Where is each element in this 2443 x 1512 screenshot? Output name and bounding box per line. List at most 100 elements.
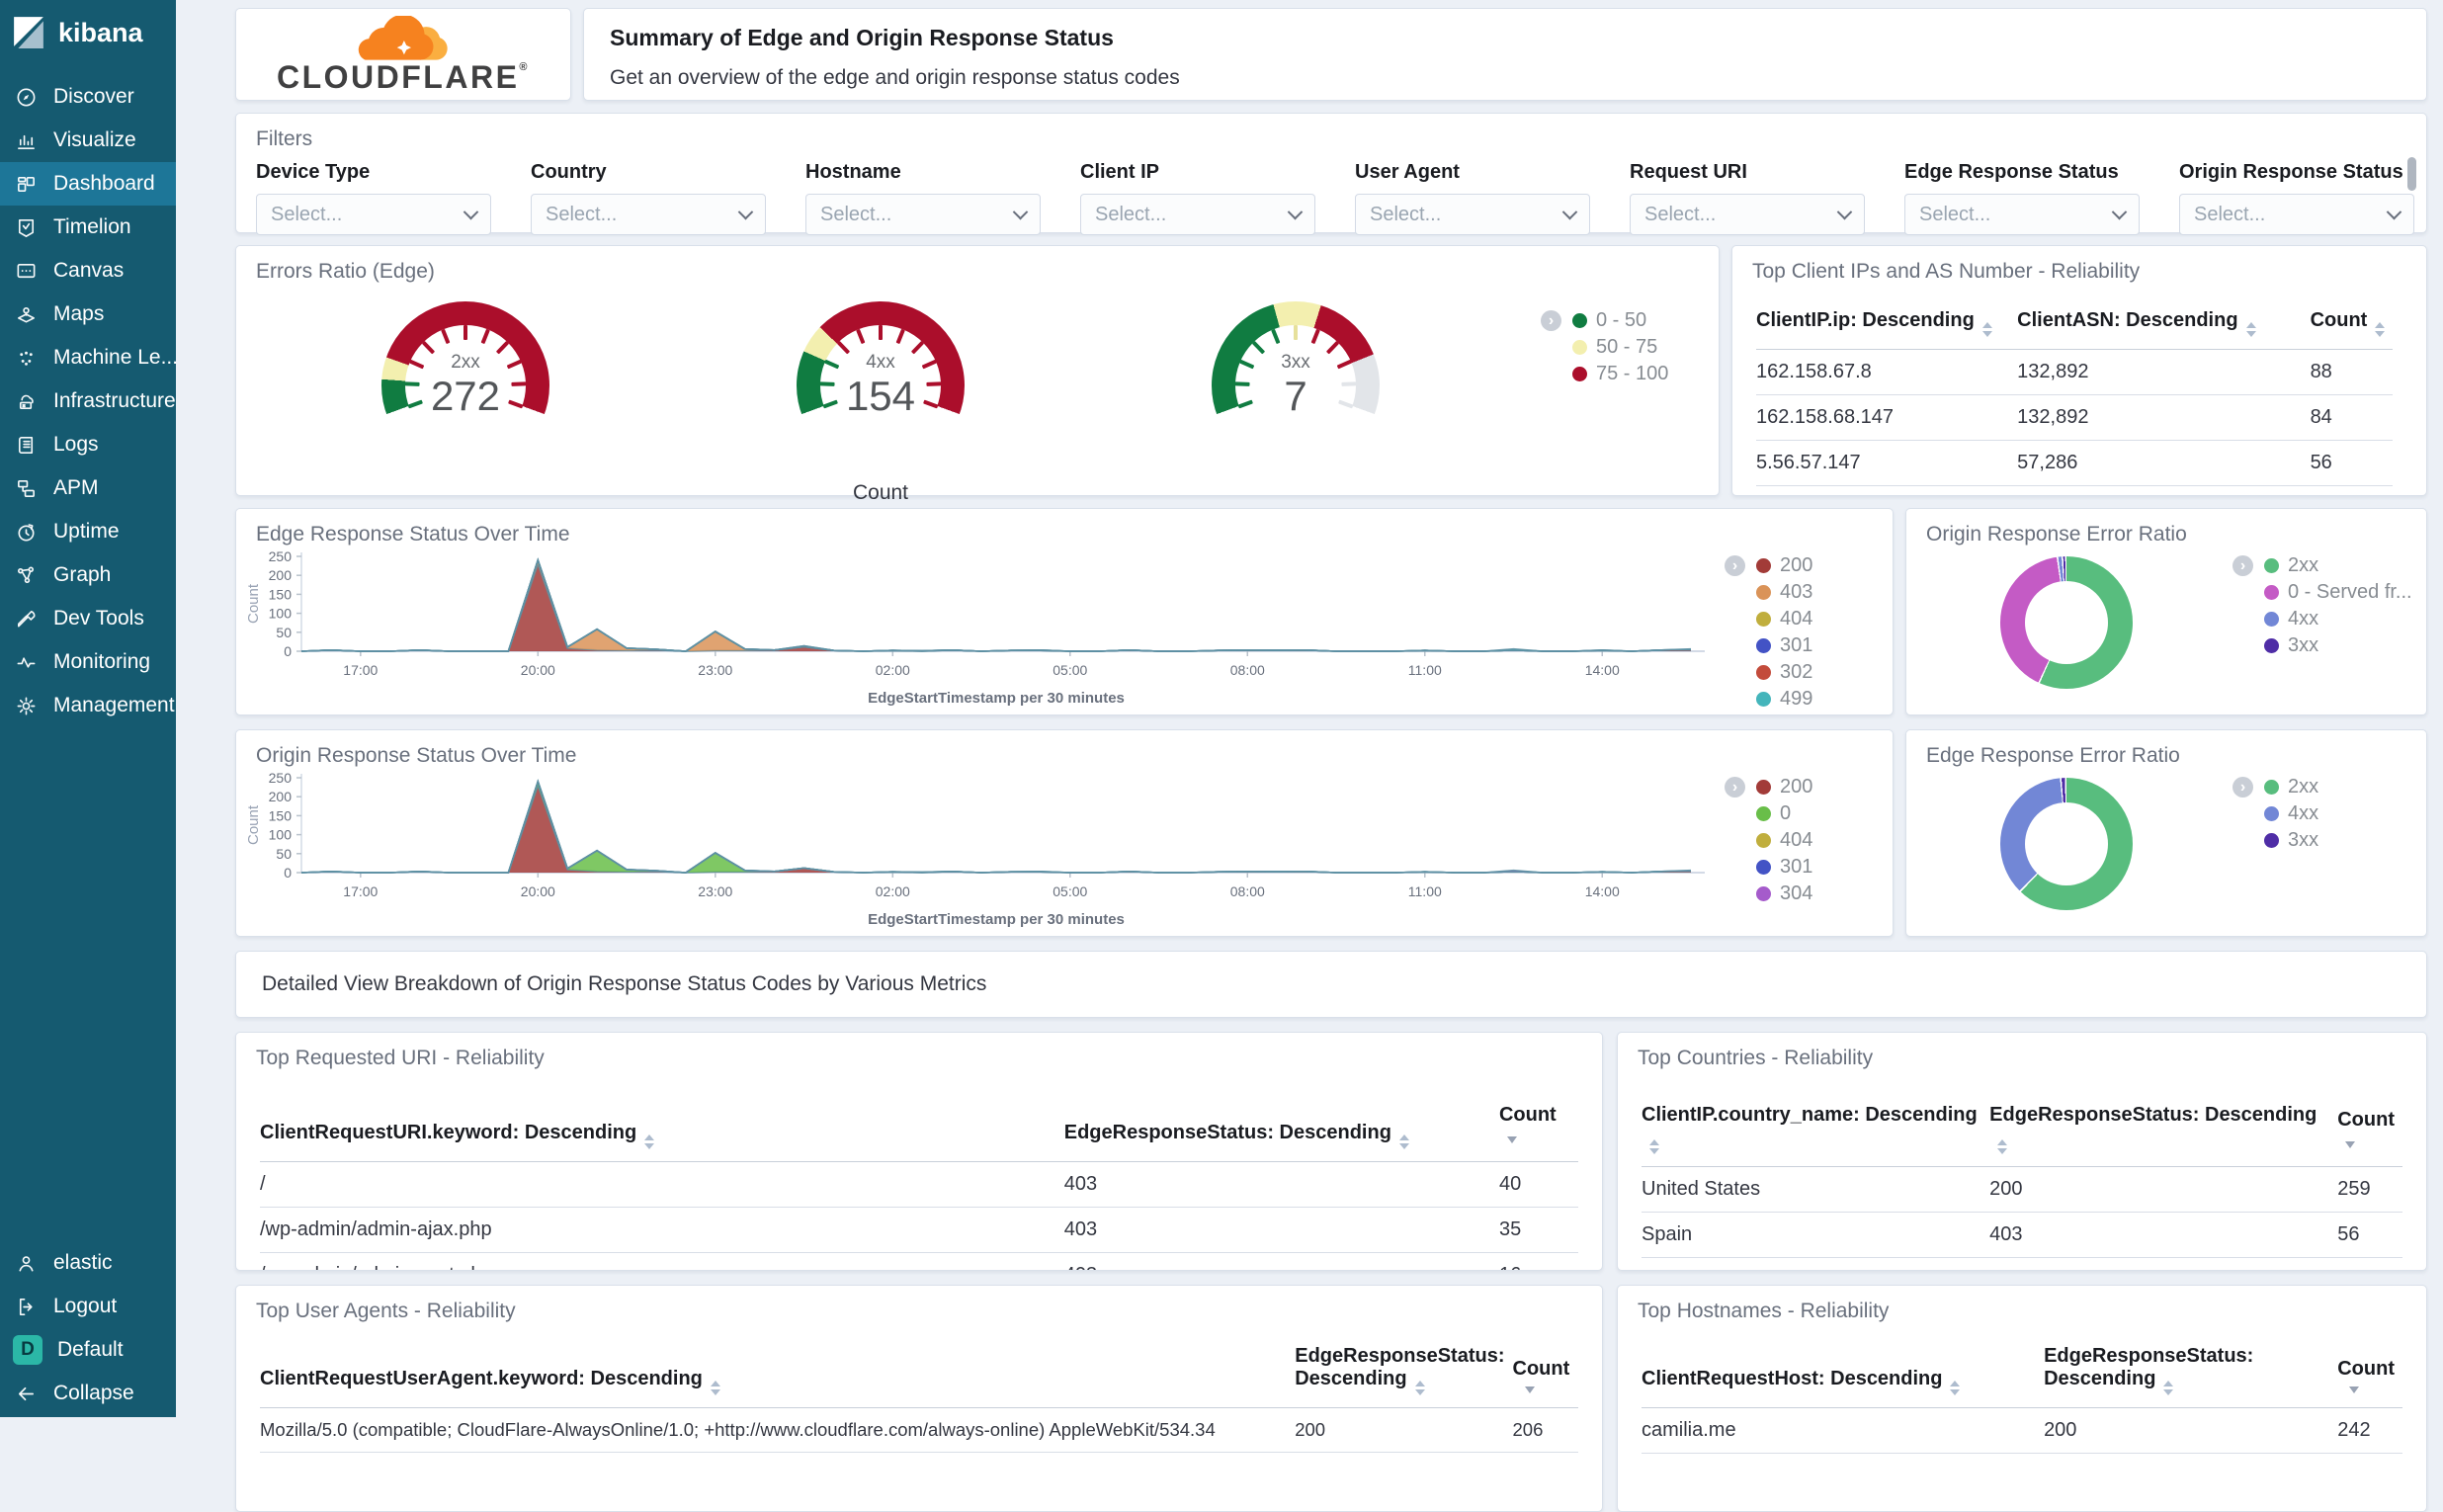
svg-text:05:00: 05:00 (1053, 662, 1087, 678)
filter-label: Origin Response Status (2179, 161, 2403, 183)
legend-expand-icon[interactable]: › (1725, 555, 1745, 576)
filter-select-edge-response-status[interactable]: Select... (1904, 194, 2140, 235)
legend-item-0-50[interactable]: › 0 - 50 (1541, 307, 1668, 334)
column-header-count[interactable]: Count (1498, 1096, 1578, 1162)
column-header-count[interactable]: Count (2337, 1337, 2402, 1408)
legend-item-499[interactable]: 499 (1756, 686, 1812, 713)
filter-select-origin-response-status[interactable]: Select... (2179, 194, 2414, 235)
sidebar-item-graph[interactable]: Graph (0, 553, 176, 597)
column-header-edgeresponsestatus-descending[interactable]: EdgeResponseStatus: Descending (2044, 1337, 2338, 1408)
legend-item-4xx[interactable]: 4xx (2264, 606, 2412, 632)
legend-item-75-100[interactable]: 75 - 100 (1572, 361, 1668, 387)
legend-item-4xx[interactable]: 4xx (2264, 800, 2318, 827)
table-row: /wp-admin/admin-post.php40316 (260, 1252, 1578, 1270)
panel-title: Top Client IPs and AS Number - Reliabili… (1752, 260, 2141, 283)
monitoring-icon (13, 649, 39, 675)
column-header-clientrequesthost-descending[interactable]: ClientRequestHost: Descending (1642, 1337, 2045, 1408)
cell: 132,892 (2017, 349, 2311, 395)
legend-label: 404 (1780, 608, 1813, 630)
legend-expand-icon[interactable]: › (1725, 777, 1745, 798)
column-header-clientrequestuseragent-keyword-descending[interactable]: ClientRequestUserAgent.keyword: Descendi… (260, 1337, 1296, 1408)
legend-swatch (1756, 558, 1771, 573)
legend-item-200[interactable]: › 200 (1725, 552, 1813, 579)
management-icon (13, 693, 39, 718)
gauge-2xx: 2xx 272 (372, 301, 559, 505)
column-header-label: EdgeResponseStatus: Descending (1989, 1104, 2317, 1126)
column-header-edgeresponsestatus-descending[interactable]: EdgeResponseStatus: Descending (1295, 1337, 1513, 1408)
column-header-edgeresponsestatus-descending[interactable]: EdgeResponseStatus: Descending (1063, 1096, 1499, 1162)
sidebar-item-dashboard[interactable]: Dashboard (0, 162, 176, 206)
filter-placeholder: Select... (1919, 203, 1991, 225)
sidebar-item-monitoring[interactable]: Monitoring (0, 640, 176, 684)
legend-item-403[interactable]: 403 (1756, 579, 1812, 606)
filter-select-hostname[interactable]: Select... (805, 194, 1041, 235)
sidebar-item-logout[interactable]: Logout (0, 1285, 176, 1328)
filter-select-client-ip[interactable]: Select... (1080, 194, 1315, 235)
column-header-clientrequesturi-keyword-descending[interactable]: ClientRequestURI.keyword: Descending (260, 1096, 1064, 1162)
table-top_uri: ClientRequestURI.keyword: Descending Edge… (260, 1096, 1578, 1270)
column-header-clientip-country-name-descending[interactable]: ClientIP.country_name: Descending (1642, 1096, 1990, 1167)
legend-item-3xx[interactable]: 3xx (2264, 632, 2412, 659)
legend-item-2xx[interactable]: › 2xx (2232, 774, 2318, 800)
panel-top-requested-uri: Top Requested URI - Reliability ClientRe… (235, 1032, 1603, 1271)
legend-expand-icon[interactable]: › (2232, 555, 2253, 576)
sidebar-item-discover[interactable]: Discover (0, 75, 176, 119)
sidebar-item-collapse[interactable]: Collapse (0, 1372, 176, 1415)
legend-expand-icon[interactable]: › (1541, 310, 1561, 331)
sidebar-item-timelion[interactable]: Timelion (0, 206, 176, 249)
legend-item-301[interactable]: 301 (1756, 632, 1812, 659)
legend-item-404[interactable]: 404 (1756, 606, 1812, 632)
column-header-clientip-ip-descending[interactable]: ClientIP.ip: Descending (1756, 301, 2018, 350)
filter-placeholder: Select... (1370, 203, 1442, 225)
sort-icons (1414, 1381, 1425, 1395)
chevron-down-icon (2111, 204, 2128, 219)
legend-item-301[interactable]: 301 (1756, 854, 1812, 881)
legend-item-302[interactable]: 302 (1756, 659, 1812, 686)
table-row: /wp-admin/admin-ajax.php 403 35 (260, 1207, 1578, 1253)
kibana-logo-row[interactable]: kibana (0, 0, 176, 65)
legend-item-0-served-fr[interactable]: 0 - Served fr... (2264, 579, 2412, 606)
sidebar-item-elastic[interactable]: elastic (0, 1241, 176, 1285)
legend-item-200[interactable]: › 200 (1725, 774, 1813, 800)
gauge-axis-label: Count (852, 481, 909, 504)
filters-scrollbar[interactable] (2407, 157, 2416, 191)
legend-expand-icon[interactable]: › (2232, 777, 2253, 798)
chevron-down-icon (1287, 204, 1304, 219)
sidebar-item-apm[interactable]: APM (0, 466, 176, 510)
column-header-count[interactable]: Count (2337, 1096, 2402, 1167)
filter-select-country[interactable]: Select... (531, 194, 766, 235)
sidebar-item-canvas[interactable]: Canvas (0, 249, 176, 293)
legend-item-404[interactable]: 404 (1756, 827, 1812, 854)
legend-swatch (1756, 692, 1771, 707)
legend-item-3xx[interactable]: 3xx (2264, 827, 2318, 854)
chevron-down-icon (1012, 204, 1029, 219)
filter-select-device-type[interactable]: Select... (256, 194, 491, 235)
legend-label: 200 (1780, 554, 1813, 576)
sidebar-item-default[interactable]: D Default (0, 1328, 176, 1372)
column-header-count[interactable]: Count (2310, 301, 2394, 350)
sidebar-item-machine-le[interactable]: Machine Le... (0, 336, 178, 379)
sidebar-item-infrastructure[interactable]: Infrastructure (0, 379, 176, 423)
sidebar-item-management[interactable]: Management (0, 684, 176, 727)
legend-item-2xx[interactable]: › 2xx (2232, 552, 2412, 579)
legend-item-50-75[interactable]: 50 - 75 (1572, 334, 1668, 361)
sidebar-item-logs[interactable]: Logs (0, 423, 176, 466)
column-header-clientasn-descending[interactable]: ClientASN: Descending (2017, 301, 2311, 350)
column-header-count[interactable]: Count (1512, 1337, 1578, 1408)
legend-item-304[interactable]: 304 (1756, 881, 1812, 907)
legend-label: 200 (1780, 776, 1813, 798)
column-header-label: ClientIP.country_name: Descending (1642, 1104, 1978, 1126)
sidebar-item-uptime[interactable]: Uptime (0, 510, 176, 553)
column-header-edgeresponsestatus-descending[interactable]: EdgeResponseStatus: Descending (1989, 1096, 2338, 1167)
cell: /wp-admin/admin-ajax.php (260, 1207, 1064, 1253)
sidebar-item-visualize[interactable]: Visualize (0, 119, 176, 162)
filter-select-user-agent[interactable]: Select... (1355, 194, 1590, 235)
filter-select-request-uri[interactable]: Select... (1630, 194, 1865, 235)
svg-text:23:00: 23:00 (698, 883, 732, 899)
sidebar-item-dev-tools[interactable]: Dev Tools (0, 597, 176, 640)
legend-item-0[interactable]: 0 (1756, 800, 1812, 827)
sidebar-item-maps[interactable]: Maps (0, 293, 176, 336)
panel-breakdown-header: Detailed View Breakdown of Origin Respon… (235, 951, 2427, 1018)
filter-field-hostname: Hostname Select... (805, 161, 1041, 235)
gauge-axis-label (372, 481, 559, 505)
